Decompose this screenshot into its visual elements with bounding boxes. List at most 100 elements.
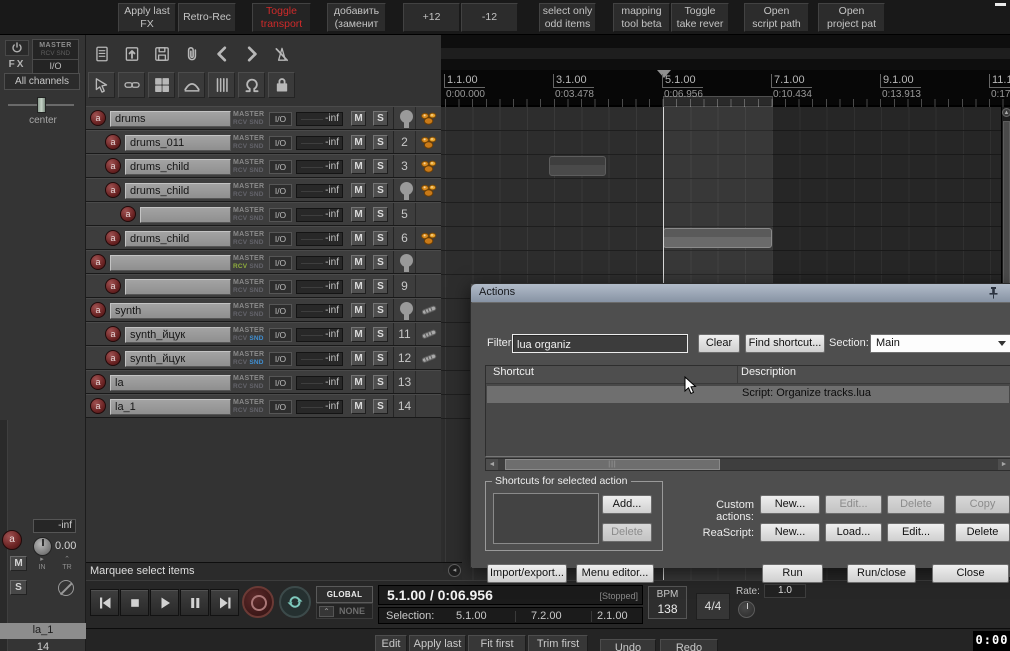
track-name-field[interactable]: drums_child (125, 183, 231, 199)
volume-fader[interactable]: -inf (296, 160, 343, 174)
solo-button[interactable]: S (373, 231, 388, 246)
io-button[interactable]: I/O (269, 400, 292, 414)
mute-button[interactable]: M (351, 399, 366, 414)
bottom-toolbar-button[interactable]: Redo (660, 639, 718, 651)
mute-button[interactable]: M (351, 279, 366, 294)
volume-fader[interactable]: -inf (296, 112, 343, 126)
envelope-icon[interactable] (178, 72, 205, 98)
lock-icon[interactable] (268, 72, 295, 98)
time-signature[interactable]: 4/4 (696, 593, 730, 620)
transport-position-display[interactable]: 5.1.00 / 0:06.956 [Stopped] (378, 585, 643, 605)
zoom-fit-icon[interactable]: ▲ (1002, 108, 1010, 117)
rate-knob[interactable] (738, 601, 755, 618)
toolbar-button[interactable]: добавить (заменит (327, 3, 386, 32)
volume-fader[interactable]: -inf (296, 376, 343, 390)
volume-fader[interactable]: -inf (296, 352, 343, 366)
track-number[interactable]: 9 (393, 275, 415, 297)
toolbar-button[interactable]: +12 (403, 3, 460, 32)
master-io-button[interactable]: I/O (33, 59, 78, 73)
solo-button[interactable]: S (373, 159, 388, 174)
selection-length[interactable]: 2.1.00 (597, 610, 628, 622)
solo-button[interactable]: S (373, 327, 388, 342)
go-to-start-icon[interactable] (90, 589, 119, 616)
record-arm-button[interactable]: a (105, 182, 121, 198)
volume-fader[interactable]: -inf (296, 232, 343, 246)
io-button[interactable]: I/O (269, 280, 292, 294)
mute-button[interactable]: M (351, 159, 366, 174)
io-button[interactable]: I/O (269, 232, 292, 246)
mute-button[interactable]: M (351, 183, 366, 198)
mixer-volume-field[interactable]: -inf (33, 519, 76, 533)
track-row[interactable]: a drums_011 MASTER RCV SND I/O -inf M S 2 (86, 130, 441, 154)
track-row[interactable]: a MASTER RCV SND I/O -inf M S 5 (86, 202, 441, 226)
bottom-toolbar-button[interactable]: Edit (375, 635, 407, 651)
item-grouping-icon[interactable] (118, 72, 145, 98)
solo-button[interactable]: S (373, 375, 388, 390)
track-name-field[interactable]: drums_child (125, 159, 231, 175)
master-fx-button[interactable]: FX (5, 59, 29, 73)
io-button[interactable]: I/O (269, 160, 292, 174)
rate-value[interactable]: 1.0 (764, 584, 806, 598)
mixer-pan-knob[interactable] (33, 537, 52, 556)
mute-button[interactable]: M (351, 327, 366, 342)
global-automation-mode[interactable]: ⌃ NONE (316, 603, 373, 619)
close-button[interactable]: Close (932, 564, 1009, 583)
mixer-input-button[interactable]: ▸ IN (33, 556, 51, 574)
record-arm-button[interactable]: a (105, 158, 121, 174)
track-number[interactable]: 12 (393, 347, 415, 369)
track-number[interactable] (393, 107, 415, 129)
io-button[interactable]: I/O (269, 112, 292, 126)
solo-button[interactable]: S (373, 135, 388, 150)
mute-button[interactable]: M (351, 375, 366, 390)
track-row[interactable]: a synth_йцук MASTER RCV SND I/O -inf M S 12 (86, 346, 441, 370)
grid-icon[interactable] (208, 72, 235, 98)
record-arm-button[interactable]: a (105, 350, 121, 366)
toolbar-button[interactable]: Toggle take rever (671, 3, 729, 32)
action-row-selected[interactable]: Script: Organize tracks.lua (487, 386, 1009, 403)
undo-icon[interactable] (208, 41, 235, 67)
mute-button[interactable]: M (351, 111, 366, 126)
track-number[interactable] (393, 251, 415, 273)
track-name-field[interactable] (110, 255, 231, 271)
record-arm-button[interactable]: a (120, 206, 136, 222)
bottom-toolbar-button[interactable]: Undo (600, 639, 656, 651)
volume-fader[interactable]: -inf (296, 256, 343, 270)
selection-start[interactable]: 5.1.00 (456, 610, 487, 622)
mixer-mute-button[interactable]: M (10, 556, 27, 571)
folder-indicator-icon[interactable] (400, 110, 413, 128)
solo-button[interactable]: S (373, 351, 388, 366)
mute-button[interactable]: M (351, 303, 366, 318)
io-button[interactable]: I/O (269, 256, 292, 270)
save-project-icon[interactable] (148, 41, 175, 67)
track-name-field[interactable]: drums_child (125, 231, 231, 247)
master-power-button[interactable] (5, 40, 29, 56)
all-channels-button[interactable]: All channels (4, 73, 80, 90)
scroll-right-icon[interactable]: ► (998, 459, 1010, 470)
track-number[interactable]: 2 (393, 131, 415, 153)
list-horizontal-scrollbar[interactable]: ◄ ||| ► (485, 458, 1010, 471)
add-shortcut-button[interactable]: Add... (602, 495, 652, 514)
dialog-titlebar[interactable]: Actions (471, 284, 1010, 302)
toolbar-button[interactable]: Retro-Rec (178, 3, 236, 32)
track-row[interactable]: a drums_child MASTER RCV SND I/O -inf M S 6 (86, 226, 441, 250)
record-arm-button[interactable]: a (90, 374, 106, 390)
folder-indicator-icon[interactable] (400, 182, 413, 200)
action-list[interactable]: Shortcut Description Script: Organize tr… (485, 365, 1010, 457)
play-icon[interactable] (150, 589, 179, 616)
find-shortcut-button[interactable]: Find shortcut... (745, 334, 825, 353)
media-item-selected[interactable] (663, 228, 772, 248)
io-button[interactable]: I/O (269, 136, 292, 150)
track-name-field[interactable]: la_1 (110, 399, 231, 415)
pause-icon[interactable] (180, 589, 209, 616)
filter-input[interactable] (512, 334, 688, 353)
record-arm-button[interactable]: a (105, 326, 121, 342)
track-number[interactable]: 5 (393, 203, 415, 225)
transport-selection-display[interactable]: Selection: 5.1.00 7.2.00 2.1.00 (378, 607, 643, 624)
track-number[interactable]: 13 (393, 371, 415, 393)
track-number[interactable]: 14 (393, 395, 415, 417)
solo-button[interactable]: S (373, 279, 388, 294)
run-button[interactable]: Run (762, 564, 823, 583)
metronome-icon[interactable] (268, 41, 295, 67)
track-name-field[interactable]: drums_011 (125, 135, 231, 151)
track-number[interactable] (393, 179, 415, 201)
